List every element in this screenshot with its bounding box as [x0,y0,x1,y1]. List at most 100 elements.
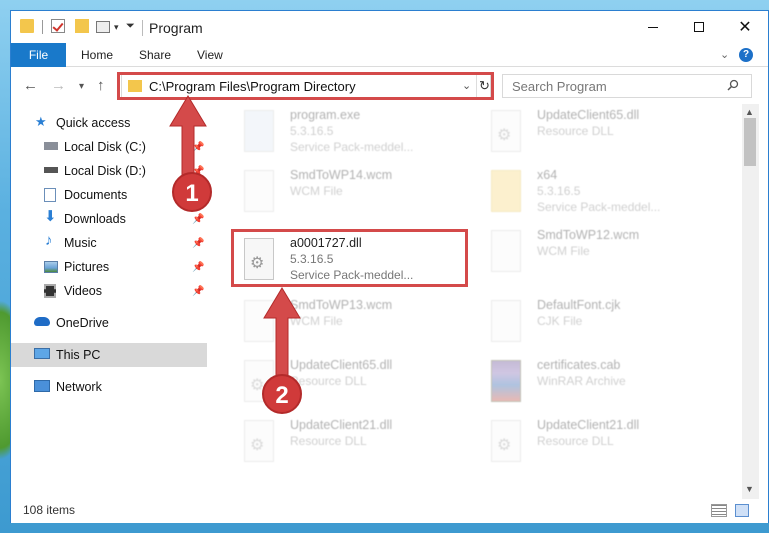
file-type: 5.3.16.5 [290,124,334,138]
document-icon [244,170,274,212]
sidebar-item-label: Documents [64,188,128,202]
file-name: UpdateClient21.dll [537,418,640,432]
sidebar-item-onedrive[interactable]: OneDrive [11,311,207,335]
file-name: SmdToWP14.wcm [290,168,393,182]
sidebar-item-downloads[interactable]: ⬇ Downloads 📌 [11,207,207,231]
close-icon: ✕ [738,19,752,36]
dll-file-icon [244,420,274,462]
file-type: Resource DLL [537,434,614,448]
tab-view[interactable]: View [185,43,235,67]
cloud-icon [34,317,50,326]
search-input[interactable]: Search Program [502,74,752,98]
details-view-icon[interactable] [711,504,727,517]
pc-icon [34,348,50,359]
minimize-icon [648,26,658,28]
customize-toolbar-icon[interactable]: ⏷ [126,20,135,33]
title-bar: ▾ ⏷ Program ✕ [11,11,768,43]
dll-file-icon [491,420,521,462]
file-description: Service Pack-meddel... [290,140,414,154]
list-item[interactable]: x64 5.3.16.5 Service Pack-meddel... [485,166,725,226]
pictures-icon [44,261,58,273]
file-type: Resource DLL [537,124,614,138]
file-type: WinRAR Archive [537,374,626,388]
list-item[interactable]: UpdateClient21.dll Resource DLL [238,416,478,476]
file-type: CJK File [537,314,583,328]
tab-file[interactable]: File [11,43,66,67]
file-highlight-box [231,229,468,287]
new-folder-icon[interactable] [75,19,89,33]
ribbon: File Home Share View ⌄ ? [11,43,768,67]
help-icon[interactable]: ? [739,48,753,62]
list-item[interactable]: DefaultFont.cjk CJK File [485,296,725,356]
dll-file-icon [491,110,521,152]
file-name: program.exe [290,108,361,122]
file-name: SmdToWP13.wcm [290,298,393,312]
document-icon [491,300,521,342]
tab-home[interactable]: Home [69,43,125,67]
toolbar-separator [42,20,43,34]
music-icon: ♪ [45,232,53,249]
pin-icon: 📌 [192,237,205,249]
status-bar: 108 items [11,499,768,523]
window-title: Program [149,20,203,36]
sidebar-item-label: Local Disk (C:) [64,140,146,154]
file-type: WCM File [537,244,590,258]
step-badge-1: 1 [172,172,212,212]
pin-icon: 📌 [192,213,205,225]
properties-check-icon[interactable] [51,19,65,33]
drive-icon [44,142,58,150]
item-count: 108 items [23,503,76,517]
title-separator [142,20,143,36]
star-icon: ★ [35,114,47,129]
list-item[interactable]: SmdToWP14.wcm WCM File [238,166,478,226]
sidebar-item-music[interactable]: ♪ Music 📌 [11,231,207,255]
file-type: 5.3.16.5 [537,184,581,198]
file-name: UpdateClient21.dll [290,418,393,432]
sidebar-item-label: Downloads [64,212,126,226]
sidebar-item-label: Music [64,236,97,250]
sidebar-item-videos[interactable]: Videos 📌 [11,279,207,303]
archive-icon [491,360,521,402]
explorer-window: ▾ ⏷ Program ✕ File Home Share View ⌄ ? ←… [10,10,769,523]
view-options-icon[interactable] [96,21,110,33]
back-arrow-icon[interactable]: ← [23,77,38,94]
vertical-scrollbar[interactable]: ▲ ▼ [742,104,759,499]
list-item[interactable]: program.exe 5.3.16.5 Service Pack-meddel… [238,106,478,166]
sidebar-item-label: OneDrive [56,316,109,330]
list-item[interactable]: SmdToWP12.wcm WCM File [485,226,725,286]
folder-icon[interactable] [20,19,34,33]
list-item[interactable]: UpdateClient21.dll Resource DLL [485,416,725,476]
navigation-bar: ← → ▾ ↑ C:\Program Files\Program Directo… [11,68,768,104]
forward-arrow-icon[interactable]: → [51,77,66,94]
executable-icon [244,110,274,152]
file-name: x64 [537,168,558,182]
minimize-button[interactable] [630,11,676,43]
step-badge-2: 2 [262,374,302,414]
sidebar-item-label: This PC [56,348,101,362]
download-icon: ⬇ [44,208,57,225]
view-options-dropdown-icon[interactable]: ▾ [114,22,119,33]
scroll-thumb[interactable] [744,118,756,166]
sidebar-item-network[interactable]: Network [11,375,207,399]
sidebar-item-label: Network [56,380,102,394]
recent-locations-icon[interactable]: ▾ [79,81,84,92]
pin-icon: 📌 [192,261,205,273]
large-icons-view-icon[interactable] [735,504,749,517]
tab-share[interactable]: Share [127,43,183,67]
list-item[interactable]: certificates.cab WinRAR Archive [485,356,725,416]
file-name: UpdateClient65.dll [537,108,640,122]
sidebar-item-pictures[interactable]: Pictures 📌 [11,255,207,279]
list-item[interactable]: UpdateClient65.dll Resource DLL [485,106,725,166]
file-type: Resource DLL [290,434,367,448]
up-arrow-icon[interactable]: ↑ [97,77,105,94]
expand-ribbon-icon[interactable]: ⌄ [720,48,729,61]
scroll-down-icon[interactable]: ▼ [745,484,754,494]
sidebar-item-this-pc[interactable]: This PC [11,343,207,367]
scroll-up-icon[interactable]: ▲ [745,107,754,117]
search-placeholder: Search Program [512,79,607,94]
close-button[interactable]: ✕ [722,11,768,43]
file-name: certificates.cab [537,358,621,372]
sidebar-item-label: Pictures [64,260,110,274]
search-icon [727,79,739,91]
maximize-button[interactable] [676,11,722,43]
